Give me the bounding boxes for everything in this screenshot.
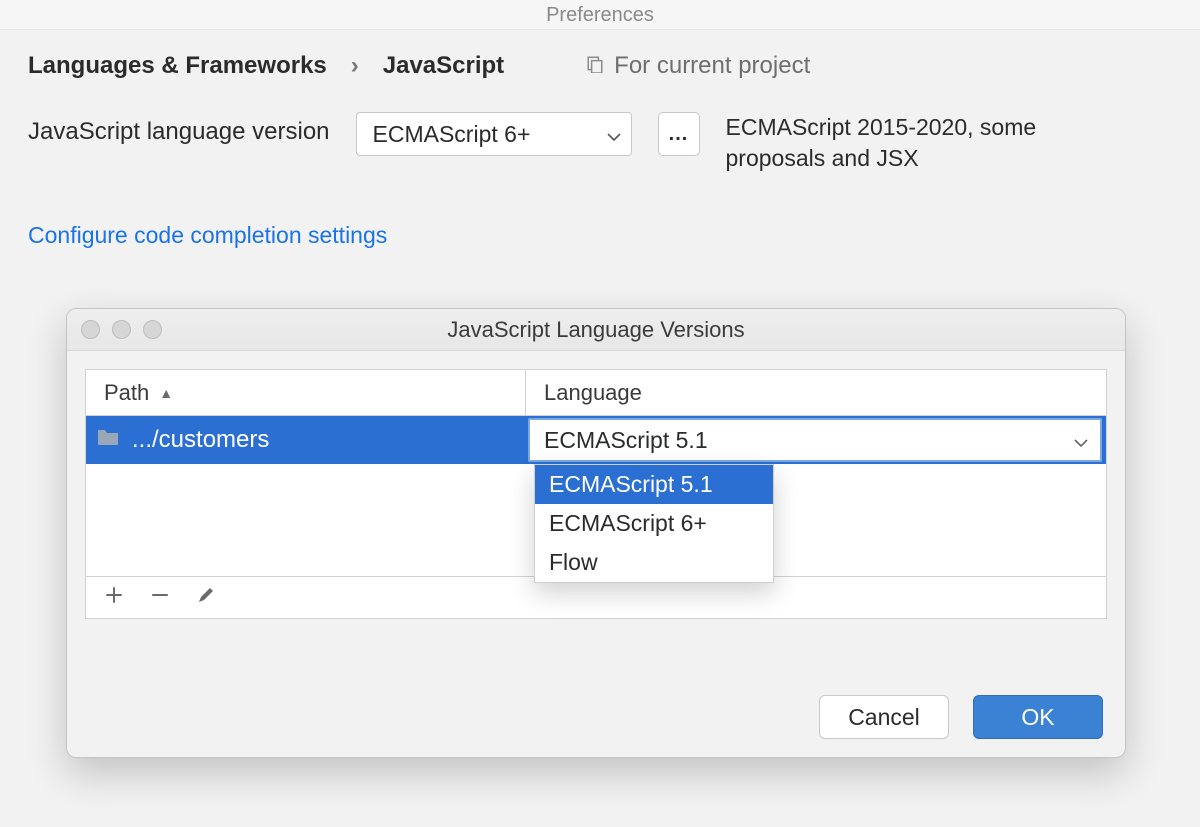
minimize-icon[interactable]	[112, 320, 131, 339]
project-scope-icon	[586, 52, 604, 80]
breadcrumb: Languages & Frameworks › JavaScript For …	[28, 52, 1172, 80]
more-options-button[interactable]: ...	[658, 112, 700, 156]
folder-icon	[96, 426, 120, 454]
chevron-down-icon	[1074, 427, 1088, 454]
table-row[interactable]: .../customers ECMAScript 5.1	[86, 416, 1106, 464]
close-icon[interactable]	[81, 320, 100, 339]
ok-button[interactable]: OK	[973, 695, 1103, 739]
column-header-language[interactable]: Language	[526, 380, 1106, 406]
breadcrumb-separator: ›	[351, 52, 359, 80]
dropdown-item[interactable]: ECMAScript 5.1	[535, 465, 773, 504]
sort-asc-icon: ▲	[159, 385, 173, 401]
remove-button[interactable]	[150, 585, 170, 611]
paths-table: Path ▲ Language .../customers ECMAScript…	[85, 369, 1107, 619]
configure-completion-link[interactable]: Configure code completion settings	[28, 222, 1172, 249]
language-versions-dialog: JavaScript Language Versions Path ▲ Lang…	[66, 308, 1126, 758]
scope-label: For current project	[586, 52, 810, 80]
add-button[interactable]	[104, 585, 124, 611]
zoom-icon[interactable]	[143, 320, 162, 339]
dialog-title: JavaScript Language Versions	[67, 317, 1125, 343]
language-version-label: JavaScript language version	[28, 112, 330, 146]
chevron-down-icon	[607, 121, 621, 148]
dialog-titlebar: JavaScript Language Versions	[67, 309, 1125, 351]
dropdown-item[interactable]: ECMAScript 6+	[535, 504, 773, 543]
breadcrumb-root[interactable]: Languages & Frameworks	[28, 52, 327, 80]
breadcrumb-leaf: JavaScript	[383, 52, 504, 80]
column-header-path[interactable]: Path ▲	[86, 370, 526, 415]
edit-button[interactable]	[196, 585, 216, 611]
language-dropdown: ECMAScript 5.1 ECMAScript 6+ Flow	[534, 464, 774, 583]
language-version-select[interactable]: ECMAScript 6+	[356, 112, 632, 156]
dropdown-item[interactable]: Flow	[535, 543, 773, 582]
row-language-select[interactable]: ECMAScript 5.1	[528, 418, 1102, 462]
language-version-description: ECMAScript 2015-2020, some proposals and…	[726, 112, 1066, 174]
language-cell[interactable]: ECMAScript 5.1	[526, 416, 1106, 464]
path-cell[interactable]: .../customers	[86, 416, 526, 464]
window-title: Preferences	[0, 0, 1200, 30]
window-controls	[81, 320, 162, 339]
cancel-button[interactable]: Cancel	[819, 695, 949, 739]
